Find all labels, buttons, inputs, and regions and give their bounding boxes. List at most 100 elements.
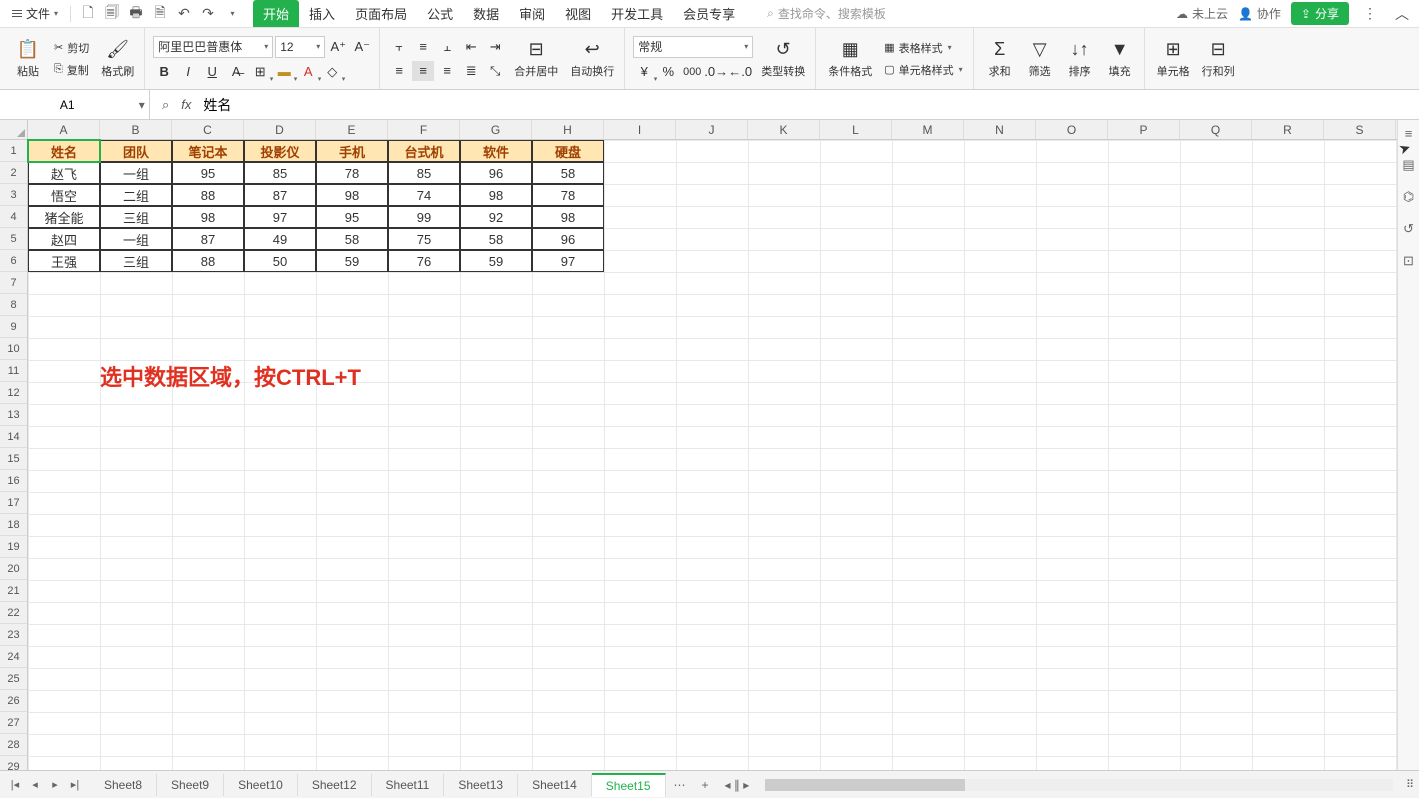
data-cell[interactable]: 49 (244, 228, 316, 250)
sheet-tab-Sheet10[interactable]: Sheet10 (224, 774, 298, 796)
data-cell[interactable]: 58 (460, 228, 532, 250)
header-cell[interactable]: 手机 (316, 140, 388, 162)
italic-icon[interactable]: I (177, 62, 199, 82)
sheet-tab-Sheet14[interactable]: Sheet14 (518, 774, 592, 796)
data-cell[interactable]: 97 (532, 250, 604, 272)
tab-页面布局[interactable]: 页面布局 (345, 0, 417, 27)
data-cell[interactable]: 一组 (100, 228, 172, 250)
header-cell[interactable]: 软件 (460, 140, 532, 162)
save-icon[interactable]: 🗋 (77, 3, 99, 25)
data-cell[interactable]: 95 (172, 162, 244, 184)
rowcol-button[interactable]: ⊟行和列 (1198, 37, 1239, 81)
qat-dropdown[interactable]: ▾ (221, 3, 243, 25)
column-header-M[interactable]: M (892, 120, 964, 139)
data-cell[interactable]: 76 (388, 250, 460, 272)
align-bottom-icon[interactable]: ⫠ (436, 37, 458, 57)
decrease-decimal-icon[interactable]: ←.0 (729, 62, 751, 82)
border-icon[interactable]: ⊞ (249, 62, 271, 82)
settings-dots-icon[interactable]: ⠿ (1401, 776, 1419, 794)
paste-button[interactable]: 📋粘贴 (10, 37, 46, 81)
data-cell[interactable]: 59 (316, 250, 388, 272)
column-header-O[interactable]: O (1036, 120, 1108, 139)
row-header-21[interactable]: 21 (0, 580, 27, 602)
row-header-24[interactable]: 24 (0, 646, 27, 668)
column-header-N[interactable]: N (964, 120, 1036, 139)
column-header-L[interactable]: L (820, 120, 892, 139)
next-sheet-icon[interactable]: ▸ (46, 776, 64, 794)
tab-数据[interactable]: 数据 (463, 0, 509, 27)
tab-公式[interactable]: 公式 (417, 0, 463, 27)
align-left-icon[interactable]: ≡ (388, 61, 410, 81)
justify-icon[interactable]: ≣ (460, 61, 482, 81)
row-header-2[interactable]: 2 (0, 162, 27, 184)
row-header-19[interactable]: 19 (0, 536, 27, 558)
strikethrough-icon[interactable]: A̶ (225, 62, 247, 82)
data-cell[interactable]: 97 (244, 206, 316, 228)
column-header-A[interactable]: A (28, 120, 100, 139)
cells-area[interactable]: 姓名团队笔记本投影仪手机台式机软件硬盘赵飞一组958578859658悟空二组8… (28, 140, 1397, 770)
highlight-icon[interactable]: ◇ (321, 62, 343, 82)
increase-indent-icon[interactable]: ⇥ (484, 37, 506, 57)
cell-style-button[interactable]: ▢单元格样式▾ (880, 60, 966, 80)
data-cell[interactable]: 88 (172, 250, 244, 272)
decrease-font-icon[interactable]: A⁻ (351, 37, 373, 57)
underline-icon[interactable]: U (201, 62, 223, 82)
scrollbar-thumb[interactable] (765, 779, 965, 791)
column-header-B[interactable]: B (100, 120, 172, 139)
file-menu[interactable]: 文件 ▾ (6, 3, 64, 24)
merge-button[interactable]: ⊟合并居中 (510, 37, 562, 81)
row-header-3[interactable]: 3 (0, 184, 27, 206)
row-header-4[interactable]: 4 (0, 206, 27, 228)
first-sheet-icon[interactable]: |◂ (6, 776, 24, 794)
row-header-13[interactable]: 13 (0, 404, 27, 426)
print-icon[interactable]: 🖶 (125, 3, 147, 25)
data-cell[interactable]: 三组 (100, 250, 172, 272)
data-cell[interactable]: 75 (388, 228, 460, 250)
data-cell[interactable]: 50 (244, 250, 316, 272)
data-cell[interactable]: 85 (244, 162, 316, 184)
data-cell[interactable]: 99 (388, 206, 460, 228)
column-header-P[interactable]: P (1108, 120, 1180, 139)
sidebar-analyze-icon[interactable]: ⌬ (1400, 188, 1418, 206)
data-cell[interactable]: 88 (172, 184, 244, 206)
increase-decimal-icon[interactable]: .0→ (705, 62, 727, 82)
wrap-button[interactable]: ↩自动换行 (566, 37, 618, 81)
print-preview-icon[interactable]: 🗎 (149, 3, 171, 25)
last-sheet-icon[interactable]: ▸| (66, 776, 84, 794)
share-button[interactable]: ⇪分享 (1291, 2, 1349, 25)
data-cell[interactable]: 王强 (28, 250, 100, 272)
font-size-combo[interactable]: 12▾ (275, 36, 325, 58)
sheet-list-icon[interactable]: ⋯ (666, 778, 694, 792)
name-box[interactable]: ▾ (0, 90, 150, 119)
data-cell[interactable]: 98 (460, 184, 532, 206)
sidebar-backup-icon[interactable]: ↺ (1400, 220, 1418, 238)
redo-icon[interactable]: ↷ (197, 3, 219, 25)
data-cell[interactable]: 二组 (100, 184, 172, 206)
cell-reference-input[interactable] (0, 98, 135, 112)
column-header-Q[interactable]: Q (1180, 120, 1252, 139)
row-header-22[interactable]: 22 (0, 602, 27, 624)
header-cell[interactable]: 台式机 (388, 140, 460, 162)
tab-审阅[interactable]: 审阅 (509, 0, 555, 27)
row-header-23[interactable]: 23 (0, 624, 27, 646)
data-cell[interactable]: 98 (172, 206, 244, 228)
data-cell[interactable]: 悟空 (28, 184, 100, 206)
data-cell[interactable]: 58 (316, 228, 388, 250)
header-cell[interactable]: 姓名 (28, 140, 100, 162)
tab-会员专享[interactable]: 会员专享 (673, 0, 745, 27)
fill-button[interactable]: ▼填充 (1102, 37, 1138, 81)
horizontal-scrollbar[interactable] (765, 779, 1393, 791)
row-header-18[interactable]: 18 (0, 514, 27, 536)
column-header-J[interactable]: J (676, 120, 748, 139)
tab-开始[interactable]: 开始 (253, 0, 299, 27)
header-cell[interactable]: 笔记本 (172, 140, 244, 162)
data-cell[interactable]: 92 (460, 206, 532, 228)
collab-button[interactable]: 👤协作 (1238, 5, 1281, 22)
row-header-6[interactable]: 6 (0, 250, 27, 272)
format-painter-button[interactable]: 🖌格式刷 (97, 37, 138, 81)
column-header-E[interactable]: E (316, 120, 388, 139)
data-cell[interactable]: 58 (532, 162, 604, 184)
column-header-D[interactable]: D (244, 120, 316, 139)
row-header-26[interactable]: 26 (0, 690, 27, 712)
data-cell[interactable]: 三组 (100, 206, 172, 228)
